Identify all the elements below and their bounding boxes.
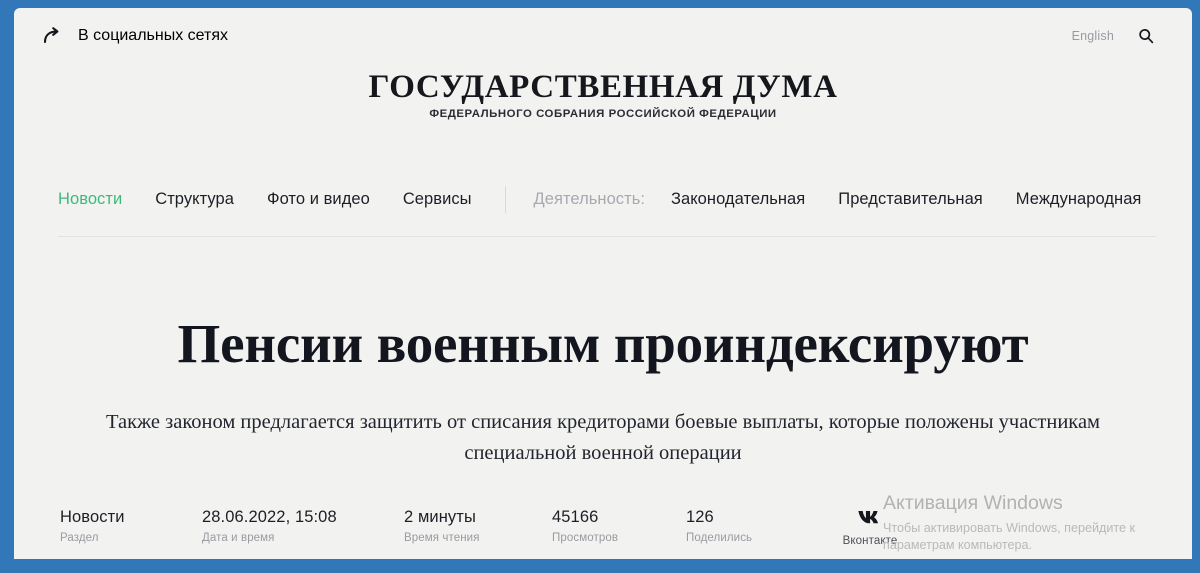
share-social-link[interactable]: В социальных сетях	[42, 26, 228, 46]
article-lead: Также законом предлагается защитить от с…	[105, 410, 1101, 464]
language-and-search-group: English	[1072, 28, 1154, 44]
meta-datetime-label: Дата и время	[202, 531, 275, 544]
meta-section-value[interactable]: Новости	[60, 508, 202, 527]
article-meta-strip: Новости Раздел 28.06.2022, 15:08 Дата и …	[60, 508, 1152, 547]
top-utility-bar: В социальных сетях English	[14, 8, 1192, 66]
article-headline: Пенсии военным проиндексируют	[177, 312, 1029, 374]
meta-shares: 126 Поделились	[686, 508, 834, 544]
meta-section-label: Раздел	[60, 531, 99, 544]
meta-views-label: Просмотров	[552, 531, 619, 544]
nav-item-novosti[interactable]: Новости	[58, 190, 122, 209]
meta-datetime: 28.06.2022, 15:08 Дата и время	[202, 508, 404, 544]
share-vkontakte-button[interactable]: Вконтакте	[834, 508, 906, 547]
meta-reading-label: Время чтения	[404, 531, 480, 544]
nav-divider	[504, 186, 506, 213]
meta-reading-time: 2 минуты Время чтения	[404, 508, 552, 544]
nav-item-photo-video[interactable]: Фото и видео	[267, 190, 370, 209]
share-arrow-icon[interactable]	[42, 26, 62, 46]
meta-views: 45166 Просмотров	[552, 508, 686, 544]
nav-item-predstavitelnaya[interactable]: Представительная	[838, 190, 983, 209]
vk-label: Вконтакте	[842, 535, 898, 547]
site-title: ГОСУДАРСТВЕННАЯ ДУМА	[368, 69, 838, 105]
meta-datetime-value: 28.06.2022, 15:08	[202, 508, 337, 526]
site-subtitle: ФЕДЕРАЛЬНОГО СОБРАНИЯ РОССИЙСКОЙ ФЕДЕРАЦ…	[429, 107, 777, 120]
nav-activity-label: Деятельность:	[533, 190, 645, 208]
page-content: В социальных сетях English ГОСУДАРСТВЕНН…	[14, 8, 1192, 559]
main-navigation: Новости Структура Фото и видео Сервисы Д…	[58, 186, 1152, 213]
nav-item-struktura[interactable]: Структура	[155, 190, 234, 209]
nav-item-mezhdunarodnaya[interactable]: Международная	[1016, 190, 1142, 209]
site-masthead[interactable]: ГОСУДАРСТВЕННАЯ ДУМА ФЕДЕРАЛЬНОГО СОБРАН…	[14, 70, 1192, 120]
nav-bottom-rule	[58, 236, 1156, 237]
meta-section: Новости Раздел	[60, 508, 202, 544]
vk-icon[interactable]	[834, 509, 906, 526]
meta-shares-value: 126	[686, 508, 714, 526]
meta-shares-label: Поделились	[686, 531, 753, 544]
search-icon[interactable]	[1138, 28, 1154, 44]
share-label: В социальных сетях	[78, 27, 229, 44]
nav-item-zakonodatelnaya[interactable]: Законодательная	[671, 190, 805, 209]
nav-item-servisy[interactable]: Сервисы	[403, 190, 472, 209]
language-switch-link[interactable]: English	[1072, 29, 1114, 43]
meta-reading-value: 2 минуты	[404, 508, 476, 526]
meta-views-value: 45166	[552, 508, 599, 526]
browser-window-frame: В социальных сетях English ГОСУДАРСТВЕНН…	[0, 0, 1200, 573]
